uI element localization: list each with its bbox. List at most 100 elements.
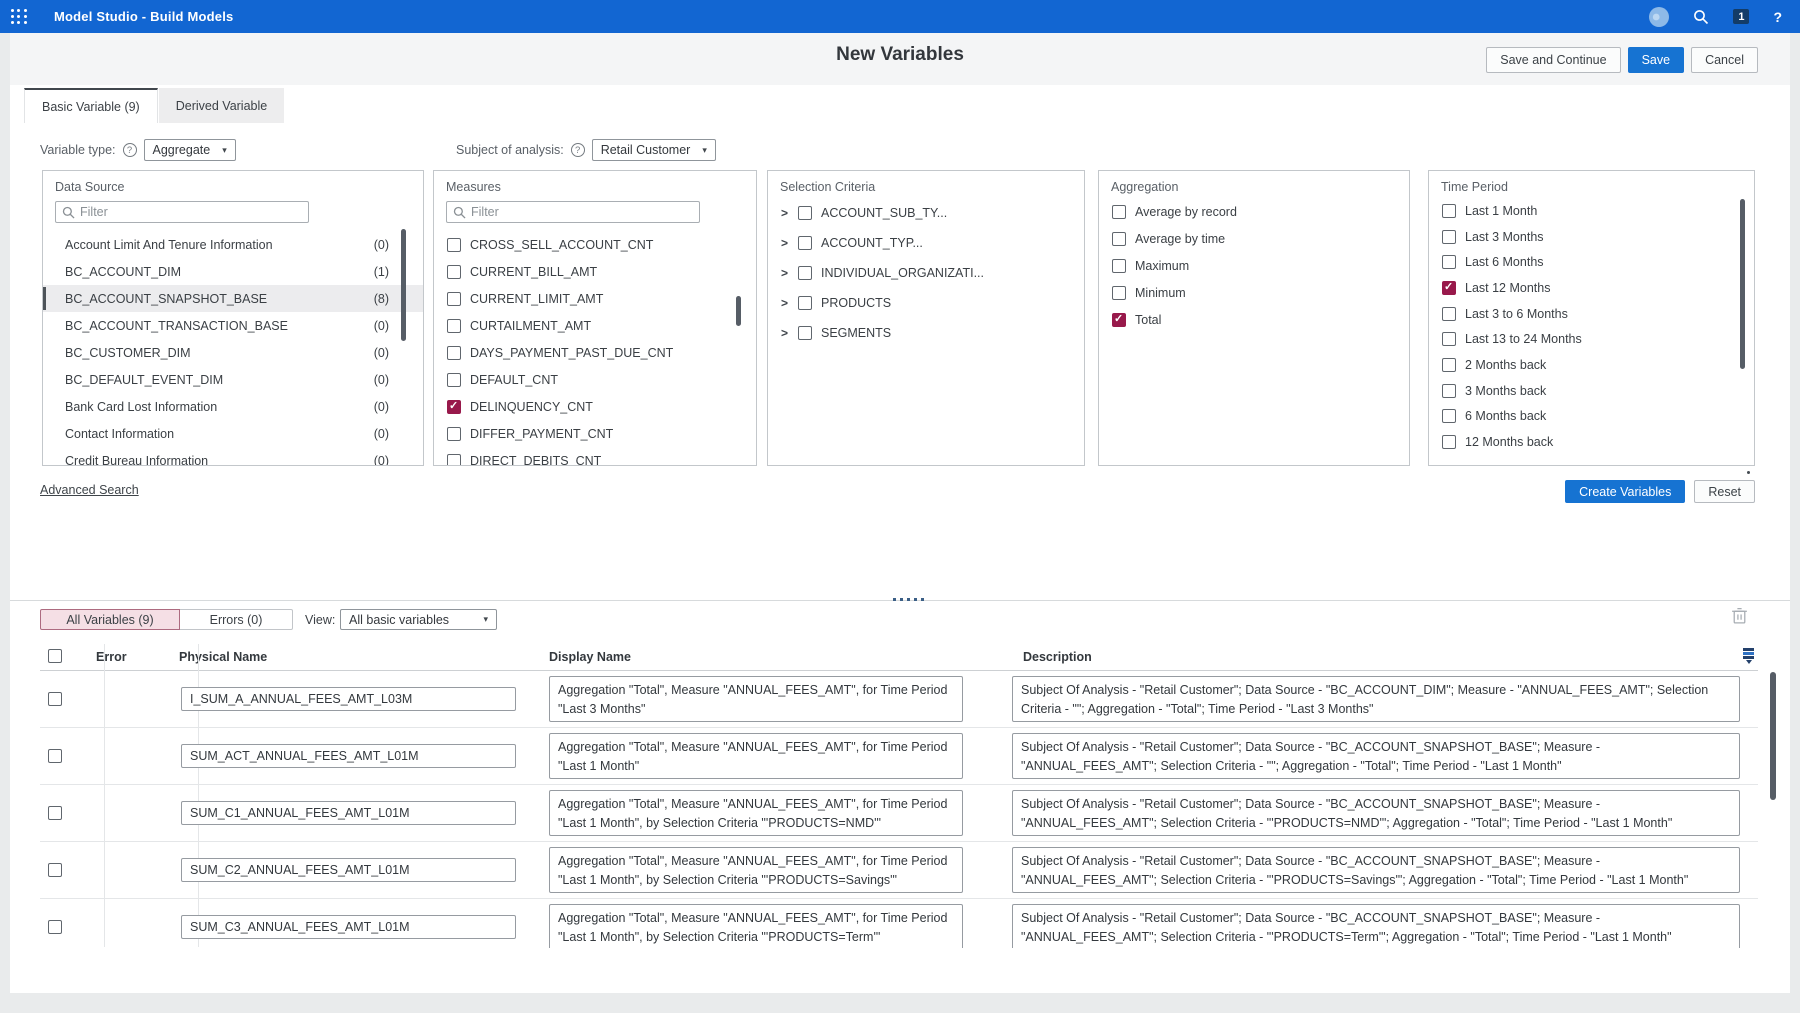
checkbox[interactable] bbox=[798, 236, 812, 250]
data-source-item[interactable]: BC_CUSTOMER_DIM (0) bbox=[43, 339, 423, 366]
data-source-item[interactable]: Contact Information (0) bbox=[43, 420, 423, 447]
help-icon[interactable]: ? bbox=[1773, 9, 1782, 25]
checkbox[interactable] bbox=[1112, 205, 1126, 219]
search-icon[interactable] bbox=[1693, 9, 1709, 25]
measures-filter-input[interactable] bbox=[471, 205, 693, 219]
row-checkbox[interactable] bbox=[48, 920, 62, 934]
checkbox[interactable] bbox=[447, 400, 461, 414]
data-source-item[interactable]: Bank Card Lost Information (0) bbox=[43, 393, 423, 420]
data-source-filter[interactable] bbox=[55, 201, 309, 223]
apps-grid-icon[interactable] bbox=[11, 9, 27, 25]
save-and-continue-button[interactable]: Save and Continue bbox=[1486, 47, 1620, 73]
checkbox[interactable] bbox=[447, 238, 461, 252]
checkbox[interactable] bbox=[1112, 286, 1126, 300]
checkbox[interactable] bbox=[798, 326, 812, 340]
tab-derived-variable[interactable]: Derived Variable bbox=[159, 88, 284, 123]
display-name-input[interactable]: Aggregation "Total", Measure "ANNUAL_FEE… bbox=[549, 904, 963, 948]
time-period-item[interactable]: Last 12 Months bbox=[1429, 275, 1754, 301]
checkbox[interactable] bbox=[1112, 313, 1126, 327]
selection-criteria-item[interactable]: > ACCOUNT_SUB_TY... bbox=[768, 198, 1084, 228]
description-input[interactable]: Subject Of Analysis - "Retail Customer";… bbox=[1012, 676, 1740, 722]
data-source-item[interactable]: BC_DEFAULT_EVENT_DIM (0) bbox=[43, 366, 423, 393]
splitter-handle[interactable] bbox=[893, 598, 924, 601]
measure-item[interactable]: DELINQUENCY_CNT bbox=[434, 393, 756, 420]
physical-name-input[interactable]: SUM_ACT_ANNUAL_FEES_AMT_L01M bbox=[181, 744, 516, 768]
subject-of-analysis-select[interactable]: Retail Customer ▾ bbox=[592, 139, 716, 161]
variable-type-help-icon[interactable]: ? bbox=[123, 143, 137, 157]
measure-item[interactable]: CROSS_SELL_ACCOUNT_CNT bbox=[434, 231, 756, 258]
create-variables-button[interactable]: Create Variables bbox=[1565, 480, 1685, 503]
notification-badge[interactable]: 1 bbox=[1733, 9, 1749, 24]
time-period-item[interactable]: 2 Months back bbox=[1429, 352, 1754, 378]
advanced-search-link[interactable]: Advanced Search bbox=[40, 483, 139, 497]
checkbox[interactable] bbox=[447, 346, 461, 360]
checkbox[interactable] bbox=[1442, 409, 1456, 423]
time-period-item[interactable]: Last 6 Months bbox=[1429, 249, 1754, 275]
table-scrollbar[interactable] bbox=[1770, 672, 1776, 800]
time-period-item[interactable]: Last 3 to 6 Months bbox=[1429, 301, 1754, 327]
measure-item[interactable]: CURRENT_LIMIT_AMT bbox=[434, 285, 756, 312]
cancel-button[interactable]: Cancel bbox=[1691, 47, 1758, 73]
checkbox[interactable] bbox=[1442, 281, 1456, 295]
description-input[interactable]: Subject Of Analysis - "Retail Customer";… bbox=[1012, 733, 1740, 779]
select-all-checkbox[interactable] bbox=[48, 649, 62, 663]
checkbox[interactable] bbox=[447, 373, 461, 387]
selection-criteria-item[interactable]: > SEGMENTS bbox=[768, 318, 1084, 348]
data-source-item[interactable]: Account Limit And Tenure Information (0) bbox=[43, 231, 423, 258]
view-select[interactable]: All basic variables ▾ bbox=[340, 609, 497, 630]
save-button[interactable]: Save bbox=[1628, 47, 1685, 73]
subject-help-icon[interactable]: ? bbox=[571, 143, 585, 157]
time-period-item[interactable]: 6 Months back bbox=[1429, 404, 1754, 430]
measure-item[interactable]: DEFAULT_CNT bbox=[434, 366, 756, 393]
checkbox[interactable] bbox=[1112, 232, 1126, 246]
display-name-input[interactable]: Aggregation "Total", Measure "ANNUAL_FEE… bbox=[549, 790, 963, 836]
display-name-input[interactable]: Aggregation "Total", Measure "ANNUAL_FEE… bbox=[549, 676, 963, 722]
checkbox[interactable] bbox=[1442, 307, 1456, 321]
data-source-item[interactable]: BC_ACCOUNT_TRANSACTION_BASE (0) bbox=[43, 312, 423, 339]
expand-chevron-icon[interactable]: > bbox=[781, 296, 789, 310]
expand-chevron-icon[interactable]: > bbox=[781, 206, 789, 220]
physical-name-input[interactable]: SUM_C1_ANNUAL_FEES_AMT_L01M bbox=[181, 801, 516, 825]
measures-filter[interactable] bbox=[446, 201, 700, 223]
checkbox[interactable] bbox=[798, 206, 812, 220]
selection-criteria-item[interactable]: > PRODUCTS bbox=[768, 288, 1084, 318]
checkbox[interactable] bbox=[1442, 358, 1456, 372]
data-source-item[interactable]: Credit Bureau Information (0) bbox=[43, 447, 423, 466]
checkbox[interactable] bbox=[447, 265, 461, 279]
checkbox[interactable] bbox=[1112, 259, 1126, 273]
display-name-input[interactable]: Aggregation "Total", Measure "ANNUAL_FEE… bbox=[549, 847, 963, 893]
scrollbar[interactable] bbox=[1740, 199, 1745, 369]
variable-type-select[interactable]: Aggregate ▾ bbox=[144, 139, 236, 161]
tab-all-variables[interactable]: All Variables (9) bbox=[40, 609, 180, 630]
description-input[interactable]: Subject Of Analysis - "Retail Customer";… bbox=[1012, 904, 1740, 948]
aggregation-item[interactable]: Total bbox=[1099, 306, 1409, 333]
sas-logo-icon[interactable] bbox=[1649, 7, 1669, 27]
time-period-item[interactable]: Last 13 to 24 Months bbox=[1429, 326, 1754, 352]
row-checkbox[interactable] bbox=[48, 749, 62, 763]
time-period-item[interactable]: 3 Months back bbox=[1429, 378, 1754, 404]
measure-item[interactable]: DIFFER_PAYMENT_CNT bbox=[434, 420, 756, 447]
aggregation-item[interactable]: Average by record bbox=[1099, 198, 1409, 225]
checkbox[interactable] bbox=[1442, 332, 1456, 346]
delete-icon[interactable] bbox=[1731, 606, 1748, 630]
expand-chevron-icon[interactable]: > bbox=[781, 236, 789, 250]
scrollbar[interactable] bbox=[401, 229, 406, 341]
time-period-item[interactable]: 12 Months back bbox=[1429, 429, 1754, 455]
scrollbar[interactable] bbox=[736, 296, 741, 326]
checkbox[interactable] bbox=[447, 292, 461, 306]
checkbox[interactable] bbox=[1442, 435, 1456, 449]
selection-criteria-item[interactable]: > INDIVIDUAL_ORGANIZATI... bbox=[768, 258, 1084, 288]
description-input[interactable]: Subject Of Analysis - "Retail Customer";… bbox=[1012, 847, 1740, 893]
expand-chevron-icon[interactable]: > bbox=[781, 266, 789, 280]
physical-name-input[interactable]: SUM_C3_ANNUAL_FEES_AMT_L01M bbox=[181, 915, 516, 939]
description-input[interactable]: Subject Of Analysis - "Retail Customer";… bbox=[1012, 790, 1740, 836]
reset-button[interactable]: Reset bbox=[1694, 480, 1755, 503]
checkbox[interactable] bbox=[1442, 230, 1456, 244]
row-checkbox[interactable] bbox=[48, 692, 62, 706]
data-source-item[interactable]: BC_ACCOUNT_SNAPSHOT_BASE (8) bbox=[43, 285, 423, 312]
physical-name-input[interactable]: I_SUM_A_ANNUAL_FEES_AMT_L03M bbox=[181, 687, 516, 711]
tab-errors[interactable]: Errors (0) bbox=[180, 609, 293, 630]
checkbox[interactable] bbox=[1442, 384, 1456, 398]
data-source-filter-input[interactable] bbox=[80, 205, 302, 219]
checkbox[interactable] bbox=[798, 266, 812, 280]
